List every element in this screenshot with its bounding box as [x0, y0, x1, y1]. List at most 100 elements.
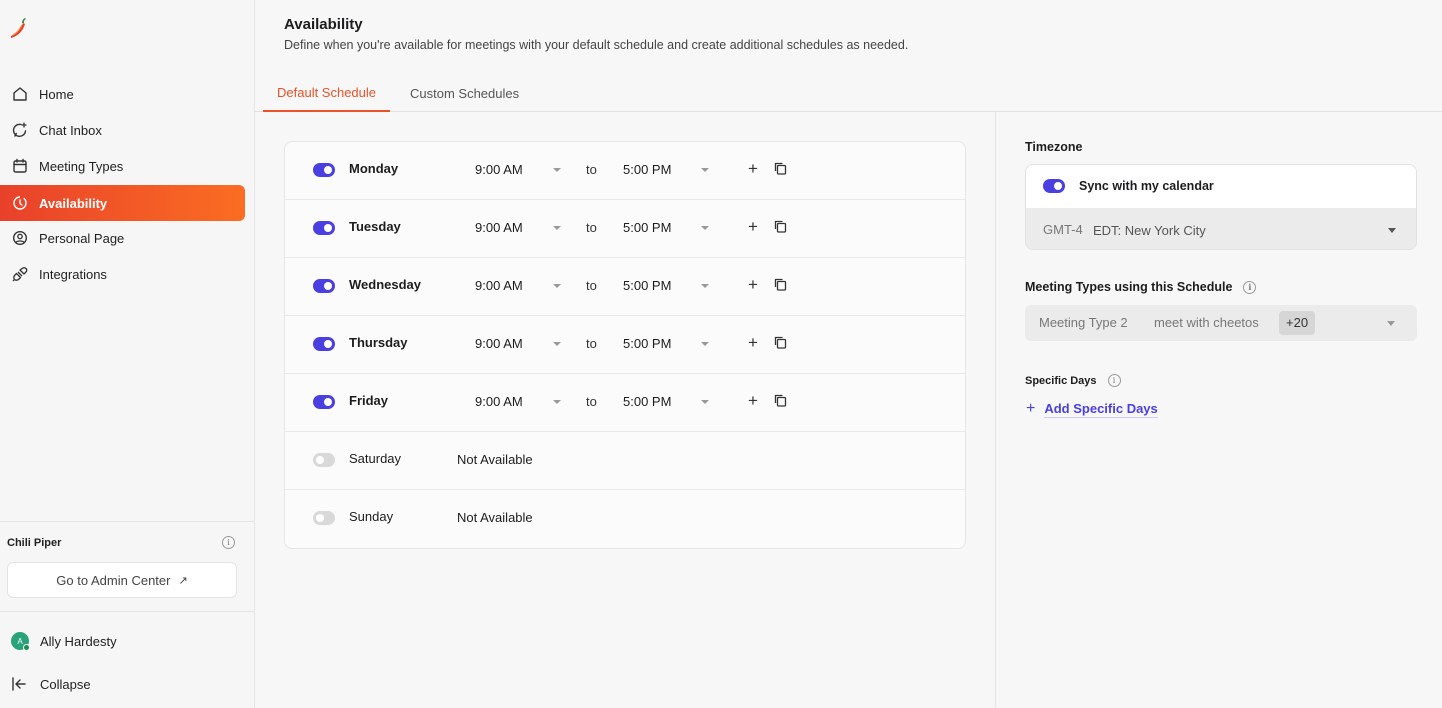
- copy-icon[interactable]: [774, 278, 788, 292]
- meeting-type-chip: meet with cheetos: [1154, 315, 1259, 330]
- add-interval-icon[interactable]: +: [745, 333, 761, 353]
- add-interval-icon[interactable]: +: [745, 391, 761, 411]
- day-toggle[interactable]: [313, 279, 335, 293]
- start-time-select[interactable]: 9:00 AM: [475, 335, 565, 355]
- to-label: to: [586, 336, 597, 351]
- info-icon[interactable]: i: [1243, 280, 1257, 294]
- add-specific-days-label: Add Specific Days: [1044, 400, 1158, 418]
- chevron-down-icon: [701, 284, 709, 288]
- chevron-down-icon: [553, 342, 561, 346]
- more-count-badge: +20: [1279, 311, 1316, 335]
- meeting-types-select[interactable]: Meeting Type 2 meet with cheetos +20: [1025, 305, 1417, 341]
- chevron-down-icon: [1388, 228, 1396, 233]
- chevron-down-icon: [701, 342, 709, 346]
- start-time-value: 9:00 AM: [475, 336, 523, 351]
- copy-icon[interactable]: [774, 394, 788, 408]
- start-time-value: 9:00 AM: [475, 220, 523, 235]
- specific-days-label: Specific Days: [1025, 374, 1097, 387]
- chat-icon: [11, 121, 29, 139]
- start-time-select[interactable]: 9:00 AM: [475, 393, 565, 413]
- admin-center-label: Go to Admin Center: [56, 572, 171, 588]
- day-toggle[interactable]: [313, 221, 335, 235]
- timezone-select[interactable]: GMT-4 EDT: New York City: [1026, 208, 1416, 249]
- to-label: to: [586, 394, 597, 409]
- schedule-card: Monday 9:00 AM to 5:00 PM + Tuesday 9:00…: [284, 141, 966, 549]
- chevron-down-icon: [553, 400, 561, 404]
- meeting-type-chip: Meeting Type 2: [1039, 315, 1128, 330]
- sidebar-item-label: Personal Page: [39, 230, 125, 246]
- end-time-select[interactable]: 5:00 PM: [623, 161, 713, 181]
- sidebar-item-label: Meeting Types: [39, 158, 124, 174]
- chevron-down-icon: [1387, 321, 1395, 326]
- day-row-tuesday: Tuesday 9:00 AM to 5:00 PM +: [285, 200, 965, 258]
- chevron-down-icon: [553, 226, 561, 230]
- chevron-down-icon: [553, 168, 561, 172]
- external-link-icon: ↗: [178, 574, 188, 587]
- tab-custom-schedules[interactable]: Custom Schedules: [396, 75, 533, 112]
- sidebar: Home Chat Inbox Meeting Types Availabili…: [0, 0, 255, 708]
- sync-calendar-label: Sync with my calendar: [1079, 179, 1214, 193]
- chili-piper-logo[interactable]: [8, 16, 30, 40]
- sidebar-item-label: Availability: [39, 195, 108, 211]
- sidebar-item-integrations[interactable]: Integrations: [0, 256, 245, 292]
- copy-icon[interactable]: [774, 162, 788, 176]
- sidebar-item-personal-page[interactable]: Personal Page: [0, 220, 245, 256]
- day-toggle[interactable]: [313, 163, 335, 177]
- sync-calendar-toggle[interactable]: [1043, 179, 1065, 193]
- copy-icon[interactable]: [774, 220, 788, 234]
- collapse-button[interactable]: Collapse: [11, 675, 91, 693]
- sidebar-item-availability[interactable]: Availability: [0, 185, 245, 221]
- not-available-label: Not Available: [457, 452, 533, 467]
- timezone-label: Timezone: [1025, 140, 1083, 154]
- plug-icon: [11, 265, 29, 283]
- info-icon[interactable]: i: [1107, 374, 1121, 387]
- day-label: Sunday: [349, 509, 394, 524]
- sidebar-item-chat-inbox[interactable]: Chat Inbox: [0, 112, 245, 148]
- start-time-select[interactable]: 9:00 AM: [475, 161, 565, 181]
- day-toggle[interactable]: [313, 395, 335, 409]
- chevron-down-icon: [701, 400, 709, 404]
- day-label: Thursday: [349, 335, 408, 350]
- sidebar-item-label: Integrations: [39, 266, 107, 282]
- day-label: Saturday: [349, 451, 402, 466]
- user-profile[interactable]: A Ally Hardesty: [11, 632, 117, 651]
- end-time-select[interactable]: 5:00 PM: [623, 219, 713, 239]
- add-interval-icon[interactable]: +: [745, 217, 761, 237]
- day-label: Tuesday: [349, 219, 401, 234]
- sidebar-item-home[interactable]: Home: [0, 76, 245, 112]
- copy-icon[interactable]: [774, 336, 788, 350]
- admin-center-button[interactable]: Go to Admin Center ↗: [7, 562, 237, 598]
- day-toggle[interactable]: [313, 337, 335, 351]
- add-interval-icon[interactable]: +: [745, 159, 761, 179]
- org-name: Chili Piper: [7, 537, 62, 549]
- meeting-types-label: Meeting Types using this Schedule: [1025, 280, 1233, 294]
- day-row-monday: Monday 9:00 AM to 5:00 PM +: [285, 142, 965, 200]
- day-toggle[interactable]: [313, 511, 335, 525]
- day-row-saturday: Saturday Not Available: [285, 432, 965, 490]
- day-label: Monday: [349, 161, 399, 176]
- info-icon[interactable]: i: [222, 536, 235, 549]
- not-available-label: Not Available: [457, 510, 533, 525]
- panel-divider: [995, 112, 996, 708]
- end-time-value: 5:00 PM: [623, 162, 672, 177]
- avatar: A: [11, 632, 30, 651]
- page-subtitle: Define when you're available for meeting…: [284, 38, 909, 52]
- add-interval-icon[interactable]: +: [745, 275, 761, 295]
- start-time-value: 9:00 AM: [475, 278, 523, 293]
- tab-bar: Default Schedule Custom Schedules: [255, 75, 1442, 112]
- day-label: Friday: [349, 393, 389, 408]
- end-time-value: 5:00 PM: [623, 220, 672, 235]
- day-toggle[interactable]: [313, 453, 335, 467]
- collapse-icon: [11, 675, 29, 693]
- end-time-select[interactable]: 5:00 PM: [623, 335, 713, 355]
- end-time-select[interactable]: 5:00 PM: [623, 393, 713, 413]
- end-time-select[interactable]: 5:00 PM: [623, 277, 713, 297]
- tab-default-schedule[interactable]: Default Schedule: [263, 75, 391, 112]
- day-row-thursday: Thursday 9:00 AM to 5:00 PM +: [285, 316, 965, 374]
- start-time-select[interactable]: 9:00 AM: [475, 219, 565, 239]
- start-time-select[interactable]: 9:00 AM: [475, 277, 565, 297]
- chevron-down-icon: [701, 226, 709, 230]
- home-icon: [11, 85, 29, 103]
- add-specific-days-button[interactable]: + Add Specific Days: [1026, 400, 1158, 418]
- sidebar-item-meeting-types[interactable]: Meeting Types: [0, 148, 245, 184]
